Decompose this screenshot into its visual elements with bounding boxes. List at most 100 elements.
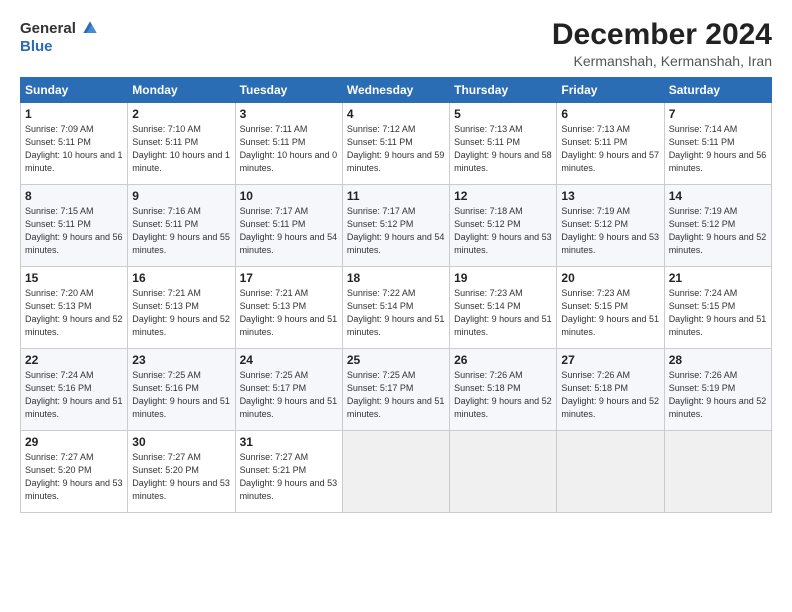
col-sunday: Sunday bbox=[21, 78, 128, 103]
day-number: 3 bbox=[240, 107, 338, 121]
calendar-cell: 13 Sunrise: 7:19 AMSunset: 5:12 PMDayligh… bbox=[557, 185, 664, 267]
calendar-week-1: 8 Sunrise: 7:15 AMSunset: 5:11 PMDaylight… bbox=[21, 185, 772, 267]
logo-general-text: General bbox=[20, 20, 76, 37]
day-info: Sunrise: 7:14 AMSunset: 5:11 PMDaylight:… bbox=[669, 123, 767, 175]
logo-blue-text: Blue bbox=[20, 38, 53, 55]
calendar-cell: 7 Sunrise: 7:14 AMSunset: 5:11 PMDaylight… bbox=[664, 103, 771, 185]
calendar-cell: 20 Sunrise: 7:23 AMSunset: 5:15 PMDayligh… bbox=[557, 267, 664, 349]
col-friday: Friday bbox=[557, 78, 664, 103]
day-number: 14 bbox=[669, 189, 767, 203]
calendar-week-2: 15 Sunrise: 7:20 AMSunset: 5:13 PMDayligh… bbox=[21, 267, 772, 349]
calendar-cell: 5 Sunrise: 7:13 AMSunset: 5:11 PMDaylight… bbox=[450, 103, 557, 185]
calendar-cell: 1Sunrise: 7:09 AMSunset: 5:11 PMDaylight… bbox=[21, 103, 128, 185]
day-info: Sunrise: 7:20 AMSunset: 5:13 PMDaylight:… bbox=[25, 287, 123, 339]
calendar-cell: 26 Sunrise: 7:26 AMSunset: 5:18 PMDayligh… bbox=[450, 349, 557, 431]
day-info: Sunrise: 7:18 AMSunset: 5:12 PMDaylight:… bbox=[454, 205, 552, 257]
day-number: 23 bbox=[132, 353, 230, 367]
day-info: Sunrise: 7:23 AMSunset: 5:14 PMDaylight:… bbox=[454, 287, 552, 339]
calendar-table: Sunday Monday Tuesday Wednesday Thursday… bbox=[20, 77, 772, 513]
day-number: 11 bbox=[347, 189, 445, 203]
calendar-cell: 25 Sunrise: 7:25 AMSunset: 5:17 PMDayligh… bbox=[342, 349, 449, 431]
day-number: 13 bbox=[561, 189, 659, 203]
month-title: December 2024 bbox=[552, 18, 772, 51]
col-wednesday: Wednesday bbox=[342, 78, 449, 103]
day-number: 17 bbox=[240, 271, 338, 285]
day-number: 20 bbox=[561, 271, 659, 285]
col-saturday: Saturday bbox=[664, 78, 771, 103]
calendar-week-0: 1Sunrise: 7:09 AMSunset: 5:11 PMDaylight… bbox=[21, 103, 772, 185]
day-number: 15 bbox=[25, 271, 123, 285]
day-info: Sunrise: 7:26 AMSunset: 5:18 PMDaylight:… bbox=[561, 369, 659, 421]
calendar-cell: 27Sunrise: 7:26 AMSunset: 5:18 PMDayligh… bbox=[557, 349, 664, 431]
day-number: 18 bbox=[347, 271, 445, 285]
day-number: 21 bbox=[669, 271, 767, 285]
day-number: 30 bbox=[132, 435, 230, 449]
calendar-cell: 18 Sunrise: 7:22 AMSunset: 5:14 PMDayligh… bbox=[342, 267, 449, 349]
calendar-week-3: 22 Sunrise: 7:24 AMSunset: 5:16 PMDayligh… bbox=[21, 349, 772, 431]
day-info: Sunrise: 7:21 AMSunset: 5:13 PMDaylight:… bbox=[132, 287, 230, 339]
calendar-cell: 23 Sunrise: 7:25 AMSunset: 5:16 PMDayligh… bbox=[128, 349, 235, 431]
logo-icon bbox=[80, 18, 100, 38]
logo: General Blue bbox=[20, 18, 100, 55]
day-info: Sunrise: 7:24 AMSunset: 5:16 PMDaylight:… bbox=[25, 369, 123, 421]
calendar-cell bbox=[557, 431, 664, 513]
day-info: Sunrise: 7:09 AMSunset: 5:11 PMDaylight:… bbox=[25, 123, 123, 175]
day-info: Sunrise: 7:13 AMSunset: 5:11 PMDaylight:… bbox=[454, 123, 552, 175]
calendar-cell: 11Sunrise: 7:17 AMSunset: 5:12 PMDayligh… bbox=[342, 185, 449, 267]
day-number: 8 bbox=[25, 189, 123, 203]
day-number: 26 bbox=[454, 353, 552, 367]
day-info: Sunrise: 7:17 AMSunset: 5:11 PMDaylight:… bbox=[240, 205, 338, 257]
day-info: Sunrise: 7:26 AMSunset: 5:18 PMDaylight:… bbox=[454, 369, 552, 421]
calendar-cell: 4Sunrise: 7:12 AMSunset: 5:11 PMDaylight… bbox=[342, 103, 449, 185]
day-info: Sunrise: 7:19 AMSunset: 5:12 PMDaylight:… bbox=[561, 205, 659, 257]
day-number: 9 bbox=[132, 189, 230, 203]
day-number: 19 bbox=[454, 271, 552, 285]
calendar-cell: 22 Sunrise: 7:24 AMSunset: 5:16 PMDayligh… bbox=[21, 349, 128, 431]
calendar-cell: 31Sunrise: 7:27 AMSunset: 5:21 PMDayligh… bbox=[235, 431, 342, 513]
calendar-cell: 3 Sunrise: 7:11 AMSunset: 5:11 PMDaylight… bbox=[235, 103, 342, 185]
day-info: Sunrise: 7:27 AMSunset: 5:20 PMDaylight:… bbox=[25, 451, 123, 503]
day-info: Sunrise: 7:23 AMSunset: 5:15 PMDaylight:… bbox=[561, 287, 659, 339]
day-number: 25 bbox=[347, 353, 445, 367]
calendar-header-row: Sunday Monday Tuesday Wednesday Thursday… bbox=[21, 78, 772, 103]
col-monday: Monday bbox=[128, 78, 235, 103]
day-info: Sunrise: 7:19 AMSunset: 5:12 PMDaylight:… bbox=[669, 205, 767, 257]
day-number: 5 bbox=[454, 107, 552, 121]
day-number: 10 bbox=[240, 189, 338, 203]
day-info: Sunrise: 7:13 AMSunset: 5:11 PMDaylight:… bbox=[561, 123, 659, 175]
day-info: Sunrise: 7:11 AMSunset: 5:11 PMDaylight:… bbox=[240, 123, 338, 175]
calendar-cell: 30Sunrise: 7:27 AMSunset: 5:20 PMDayligh… bbox=[128, 431, 235, 513]
day-number: 16 bbox=[132, 271, 230, 285]
col-tuesday: Tuesday bbox=[235, 78, 342, 103]
calendar-cell bbox=[342, 431, 449, 513]
calendar-cell: 8 Sunrise: 7:15 AMSunset: 5:11 PMDaylight… bbox=[21, 185, 128, 267]
day-info: Sunrise: 7:16 AMSunset: 5:11 PMDaylight:… bbox=[132, 205, 230, 257]
calendar-cell: 29Sunrise: 7:27 AMSunset: 5:20 PMDayligh… bbox=[21, 431, 128, 513]
day-number: 12 bbox=[454, 189, 552, 203]
day-number: 22 bbox=[25, 353, 123, 367]
day-number: 7 bbox=[669, 107, 767, 121]
calendar-cell: 16 Sunrise: 7:21 AMSunset: 5:13 PMDayligh… bbox=[128, 267, 235, 349]
day-info: Sunrise: 7:12 AMSunset: 5:11 PMDaylight:… bbox=[347, 123, 445, 175]
day-info: Sunrise: 7:24 AMSunset: 5:15 PMDaylight:… bbox=[669, 287, 767, 339]
calendar-week-4: 29Sunrise: 7:27 AMSunset: 5:20 PMDayligh… bbox=[21, 431, 772, 513]
day-info: Sunrise: 7:27 AMSunset: 5:21 PMDaylight:… bbox=[240, 451, 338, 503]
calendar-cell: 14 Sunrise: 7:19 AMSunset: 5:12 PMDayligh… bbox=[664, 185, 771, 267]
title-block: December 2024 Kermanshah, Kermanshah, Ir… bbox=[552, 18, 772, 69]
calendar-cell: 21 Sunrise: 7:24 AMSunset: 5:15 PMDayligh… bbox=[664, 267, 771, 349]
day-info: Sunrise: 7:25 AMSunset: 5:17 PMDaylight:… bbox=[347, 369, 445, 421]
calendar-cell bbox=[450, 431, 557, 513]
page: General Blue December 2024 Kermanshah, K… bbox=[0, 0, 792, 612]
day-info: Sunrise: 7:25 AMSunset: 5:17 PMDaylight:… bbox=[240, 369, 338, 421]
col-thursday: Thursday bbox=[450, 78, 557, 103]
calendar-cell: 2Sunrise: 7:10 AMSunset: 5:11 PMDaylight… bbox=[128, 103, 235, 185]
header: General Blue December 2024 Kermanshah, K… bbox=[20, 18, 772, 69]
calendar-cell: 10 Sunrise: 7:17 AMSunset: 5:11 PMDayligh… bbox=[235, 185, 342, 267]
calendar-cell: 17Sunrise: 7:21 AMSunset: 5:13 PMDayligh… bbox=[235, 267, 342, 349]
day-info: Sunrise: 7:25 AMSunset: 5:16 PMDaylight:… bbox=[132, 369, 230, 421]
day-info: Sunrise: 7:15 AMSunset: 5:11 PMDaylight:… bbox=[25, 205, 123, 257]
calendar-cell: 12 Sunrise: 7:18 AMSunset: 5:12 PMDayligh… bbox=[450, 185, 557, 267]
day-info: Sunrise: 7:22 AMSunset: 5:14 PMDaylight:… bbox=[347, 287, 445, 339]
calendar-cell: 19 Sunrise: 7:23 AMSunset: 5:14 PMDayligh… bbox=[450, 267, 557, 349]
day-info: Sunrise: 7:10 AMSunset: 5:11 PMDaylight:… bbox=[132, 123, 230, 175]
